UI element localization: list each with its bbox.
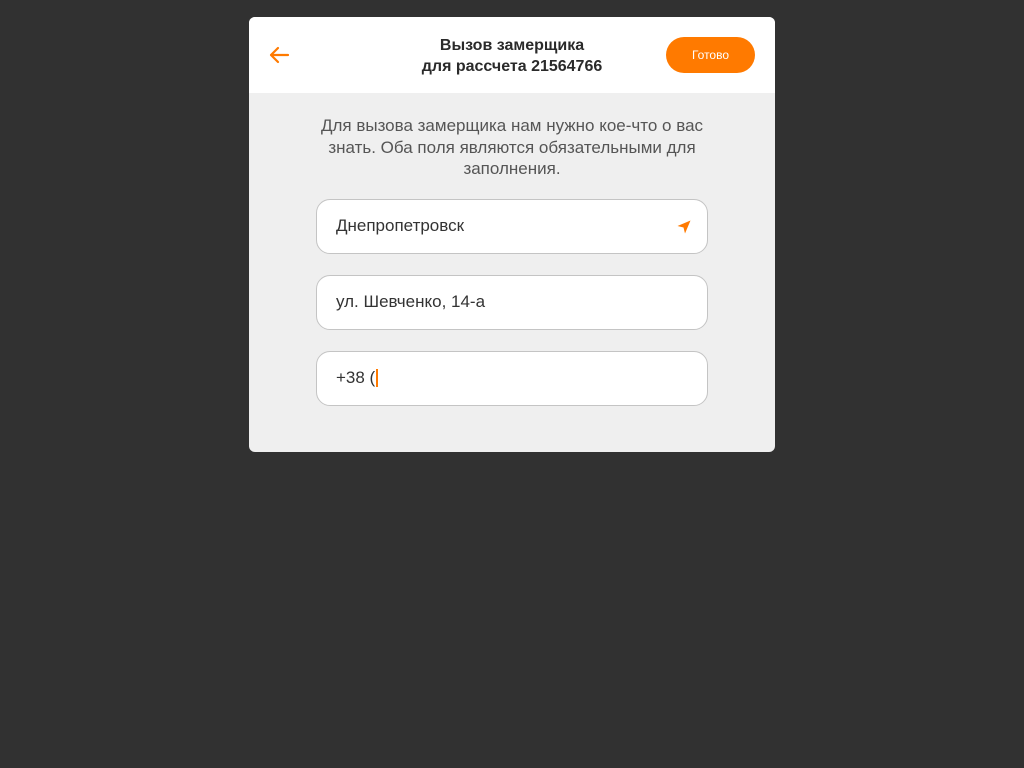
dialog-title-line2: для рассчета 21564766 [421,58,603,75]
done-button[interactable]: Готово [666,37,755,73]
dialog-title-line1: Вызов замерщика [439,37,585,54]
phone-field[interactable]: +38 ( [316,350,708,406]
text-caret [376,369,378,387]
city-input[interactable] [336,199,666,253]
location-arrow-icon[interactable] [676,219,692,235]
city-field[interactable] [316,198,708,254]
street-field[interactable] [316,274,708,330]
dialog-title: Вызов замерщика для рассчета 21564766 [369,35,655,77]
dialog-header: Вызов замерщика для рассчета 21564766 Го… [249,17,775,93]
phone-value-text: +38 ( [336,368,376,387]
intro-text: Для вызова замерщика нам нужно кое-что о… [320,116,704,178]
back-button[interactable] [263,39,295,71]
measurer-request-dialog: Вызов замерщика для рассчета 21564766 Го… [249,17,775,452]
arrow-left-icon [269,46,290,64]
dialog-body: Для вызова замерщика нам нужно кое-что о… [249,93,775,406]
street-input[interactable] [336,275,666,329]
phone-input[interactable]: +38 ( [336,352,378,405]
